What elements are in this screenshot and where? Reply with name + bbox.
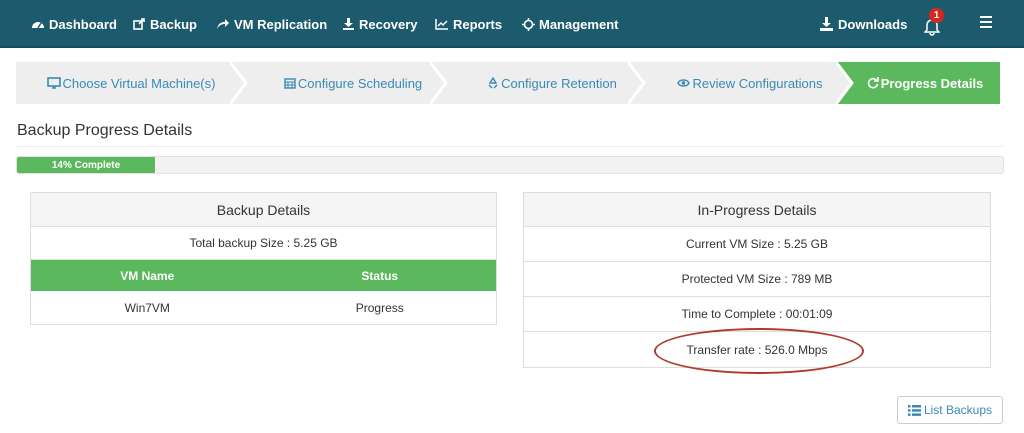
crosshair-icon (522, 17, 535, 31)
eye-icon (677, 79, 691, 87)
column-header-status: Status (361, 268, 399, 283)
nav-downloads[interactable]: Downloads (819, 0, 907, 48)
wizard-step-retention[interactable]: Configure Retention (430, 62, 660, 104)
download-icon (820, 17, 833, 31)
column-header-vm-name: VM Name (120, 268, 175, 283)
nav-vm-replication-label: VM Replication (234, 16, 328, 32)
total-backup-size: Total backup Size : 5.25 GB (31, 227, 496, 260)
nav-downloads-label: Downloads (838, 16, 908, 32)
backup-details-panel: Backup Details Total backup Size : 5.25 … (30, 192, 497, 325)
table-row: Win7VM Progress (31, 291, 496, 324)
list-backups-label: List Backups (923, 403, 993, 417)
refresh-icon (867, 77, 879, 89)
top-navbar: Dashboard Backup VM Replication Recovery… (0, 0, 1024, 48)
wizard-step-label: Review Configurations (692, 75, 823, 91)
wizard-step-review[interactable]: Review Configurations (628, 62, 858, 104)
nav-backup-label: Backup (150, 16, 197, 32)
backup-icon (133, 18, 145, 30)
time-to-complete: Time to Complete : 00:01:09 (524, 297, 990, 332)
progress-label: 14% Complete (51, 159, 121, 171)
dashboard-icon (32, 22, 44, 29)
progress-bar-fill: 14% Complete (17, 157, 156, 173)
transfer-rate: Transfer rate : 526.0 Mbps (686, 342, 828, 357)
nav-dashboard[interactable]: Dashboard (31, 0, 117, 48)
calendar-icon (284, 78, 296, 89)
backup-details-heading: Backup Details (31, 193, 496, 227)
protected-vm-size: Protected VM Size : 789 MB (524, 262, 990, 297)
wizard-steps: Choose Virtual Machine(s) Configure Sche… (16, 62, 1000, 104)
vm-table-header: VM Name Status (31, 260, 496, 291)
wizard-step-label: Configure Retention (501, 75, 617, 91)
nav-management[interactable]: Management (522, 0, 618, 48)
notification-badge: 1 (929, 8, 944, 23)
wizard-step-label: Choose Virtual Machine(s) (62, 75, 216, 91)
nav-reports-label: Reports (453, 16, 503, 32)
line-chart-icon (435, 19, 448, 30)
nav-recovery-label: Recovery (359, 16, 418, 32)
wizard-step-progress[interactable]: Progress Details (836, 62, 1000, 104)
backup-progress-bar: 14% Complete (16, 156, 1004, 174)
notifications-button[interactable]: 1 (922, 8, 948, 38)
nav-recovery[interactable]: Recovery (342, 0, 418, 48)
recycle-icon (488, 77, 498, 89)
share-icon (217, 19, 229, 29)
in-progress-heading: In-Progress Details (524, 193, 990, 227)
menu-toggle-button[interactable] (980, 16, 992, 28)
nav-reports[interactable]: Reports (435, 0, 502, 48)
divider (16, 146, 1004, 147)
vm-name-cell: Win7VM (124, 300, 170, 315)
wizard-step-choose-vm[interactable]: Choose Virtual Machine(s) (16, 62, 246, 104)
nav-backup[interactable]: Backup (133, 0, 197, 48)
hamburger-icon (980, 16, 992, 18)
download-icon (343, 18, 354, 30)
current-vm-size: Current VM Size : 5.25 GB (524, 227, 990, 262)
wizard-step-label: Progress Details (880, 75, 984, 91)
monitor-icon (46, 77, 61, 89)
wizard-step-scheduling[interactable]: Configure Scheduling (230, 62, 462, 104)
wizard-step-label: Configure Scheduling (297, 75, 423, 91)
status-cell: Progress (355, 300, 404, 315)
list-backups-button[interactable]: List Backups (897, 396, 1003, 424)
page-title: Backup Progress Details (17, 122, 193, 139)
list-icon (907, 404, 921, 416)
nav-management-label: Management (539, 16, 619, 32)
nav-vm-replication[interactable]: VM Replication (216, 0, 327, 48)
nav-dashboard-label: Dashboard (49, 16, 117, 32)
in-progress-details-panel: In-Progress Details Current VM Size : 5.… (523, 192, 991, 368)
